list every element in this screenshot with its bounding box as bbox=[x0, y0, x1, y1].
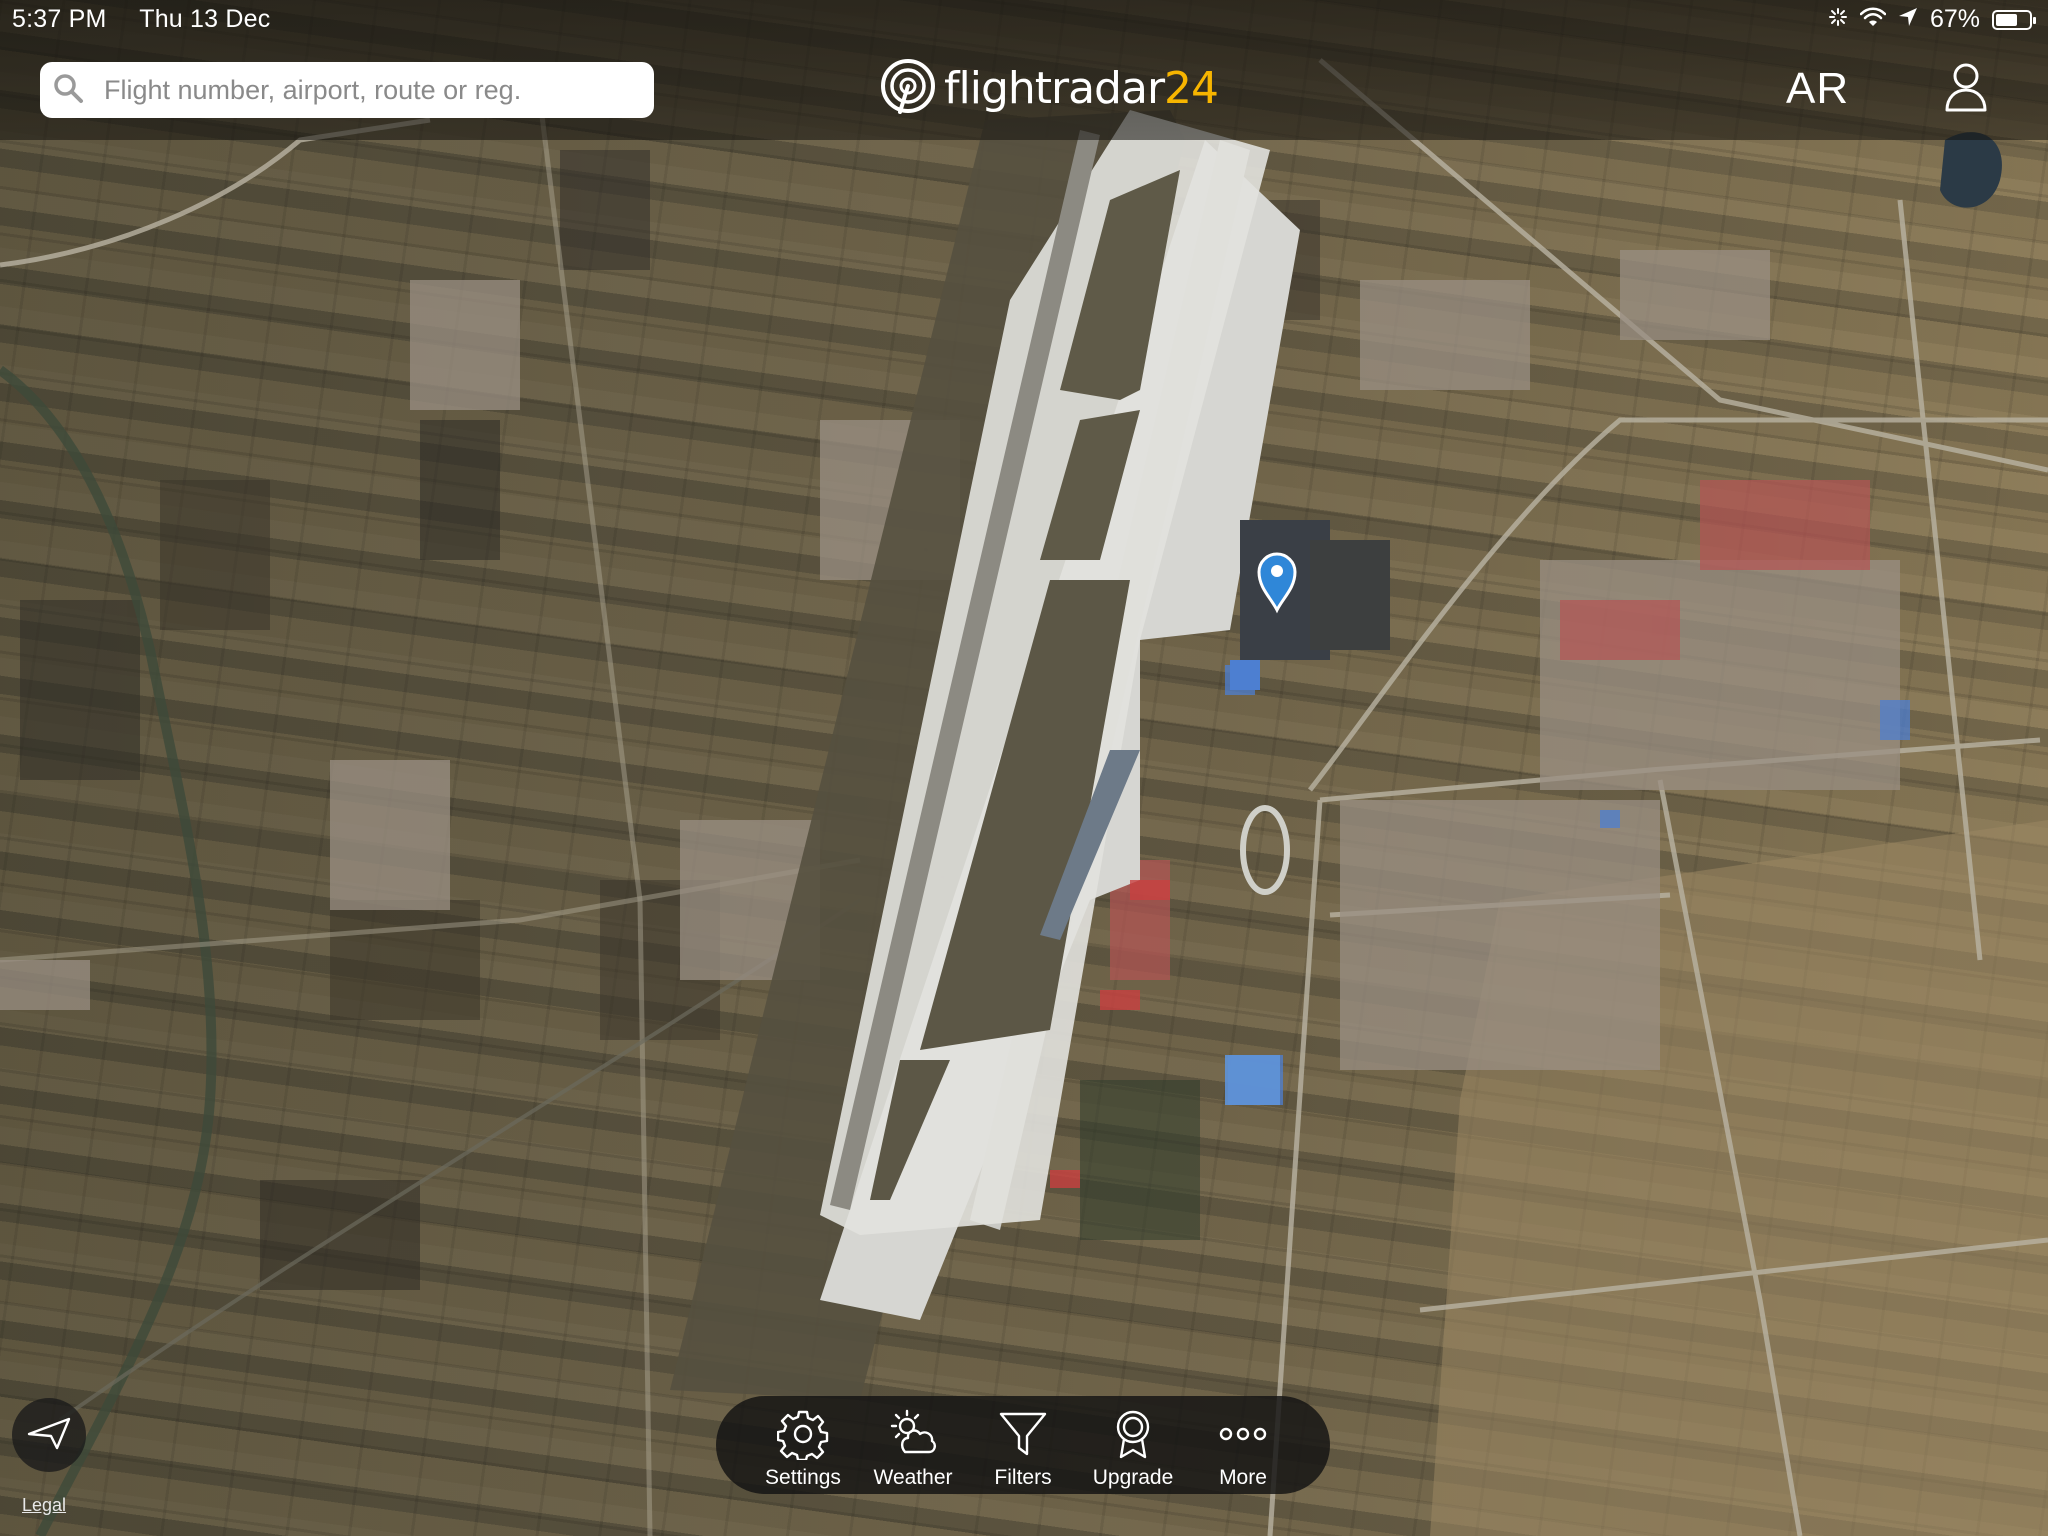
ar-button[interactable]: AR bbox=[1786, 64, 1849, 114]
user-button[interactable] bbox=[1944, 62, 1988, 119]
gear-icon bbox=[777, 1408, 829, 1460]
weather-button[interactable]: Weather bbox=[858, 1396, 968, 1494]
upgrade-button[interactable]: Upgrade bbox=[1078, 1396, 1188, 1494]
settings-label: Settings bbox=[765, 1466, 841, 1489]
logo-text: flightradar24 bbox=[944, 62, 1219, 114]
settings-button[interactable]: Settings bbox=[748, 1396, 858, 1494]
bottom-toolbar: Settings Weather Filters Upgrade More bbox=[716, 1396, 1330, 1494]
legal-link[interactable]: Legal bbox=[22, 1495, 66, 1516]
weather-label: Weather bbox=[873, 1466, 953, 1489]
radar-logo-icon bbox=[880, 58, 936, 119]
wifi-icon bbox=[1859, 5, 1887, 34]
upgrade-label: Upgrade bbox=[1092, 1466, 1174, 1489]
more-button[interactable]: More bbox=[1188, 1396, 1298, 1494]
logo-number: 24 bbox=[1164, 62, 1219, 114]
filters-label: Filters bbox=[994, 1466, 1052, 1489]
activity-icon bbox=[1828, 5, 1848, 34]
more-label: More bbox=[1219, 1466, 1267, 1489]
status-date: Thu 13 Dec bbox=[139, 5, 271, 33]
battery-fill bbox=[1996, 13, 2018, 26]
flightradar24-logo: flightradar24 bbox=[880, 58, 1219, 119]
search-placeholder: Flight number, airport, route or reg. bbox=[104, 74, 522, 105]
search-icon bbox=[52, 72, 84, 109]
location-arrow-icon bbox=[27, 1416, 71, 1455]
status-time: 5:37 PM bbox=[12, 5, 107, 33]
satellite-map[interactable] bbox=[0, 0, 2048, 1536]
status-bar: 5:37 PM Thu 13 Dec 67% bbox=[0, 0, 2048, 40]
award-ribbon-icon bbox=[1107, 1408, 1159, 1460]
three-dots-icon bbox=[1217, 1408, 1269, 1460]
logo-word: flightradar bbox=[944, 62, 1165, 114]
battery-percent: 67% bbox=[1929, 5, 1980, 33]
locate-me-button[interactable] bbox=[12, 1398, 86, 1472]
weather-cloud-sun-icon bbox=[887, 1408, 939, 1460]
filters-button[interactable]: Filters bbox=[968, 1396, 1078, 1494]
user-icon bbox=[1944, 63, 1988, 118]
location-services-icon bbox=[1898, 5, 1918, 34]
map-imagery bbox=[0, 58, 2048, 1536]
funnel-icon bbox=[997, 1408, 1049, 1460]
battery-icon bbox=[1992, 9, 2036, 30]
airport bbox=[670, 110, 1390, 1400]
search-input[interactable]: Flight number, airport, route or reg. bbox=[40, 62, 654, 118]
